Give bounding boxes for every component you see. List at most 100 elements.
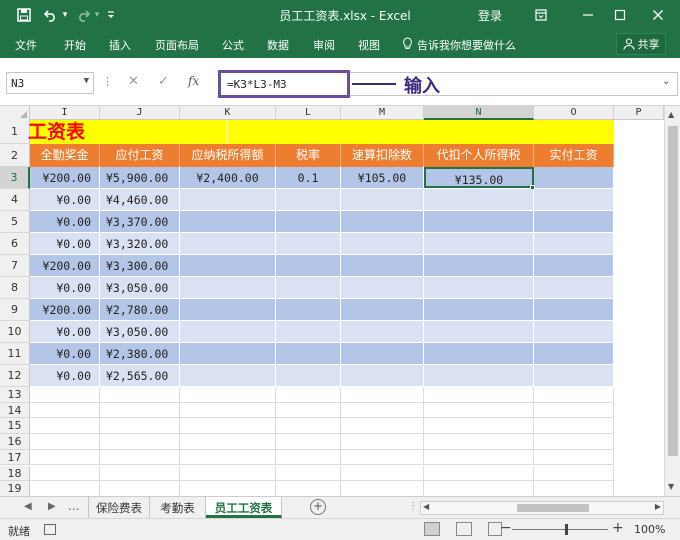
table-cell[interactable]: ¥4,460.00: [100, 189, 180, 210]
tab-home[interactable]: 开始: [64, 37, 86, 53]
table-cell[interactable]: [424, 211, 534, 232]
table-cell[interactable]: [341, 233, 424, 254]
table-cell[interactable]: [341, 255, 424, 276]
tab-view[interactable]: 视图: [358, 37, 380, 53]
row-header-7[interactable]: 7: [0, 255, 30, 277]
tab-formulas[interactable]: 公式: [222, 37, 244, 53]
formula-bar-grip-icon[interactable]: ⋮: [102, 75, 113, 88]
table-cell[interactable]: [341, 277, 424, 298]
header-cell[interactable]: 应付工资: [100, 144, 180, 167]
table-cell[interactable]: ¥0.00: [30, 189, 100, 210]
table-cell[interactable]: ¥0.00: [30, 321, 100, 342]
row-header-13[interactable]: 13: [0, 387, 30, 403]
column-header-i[interactable]: I: [30, 106, 100, 120]
zoom-slider[interactable]: [512, 529, 608, 530]
table-cell[interactable]: ¥0.00: [30, 211, 100, 232]
empty-row[interactable]: [30, 387, 614, 403]
sheet-title[interactable]: 工资表: [28, 120, 228, 144]
empty-row[interactable]: [30, 449, 614, 466]
maximize-icon[interactable]: [606, 4, 634, 26]
table-cell[interactable]: [341, 299, 424, 320]
header-cell[interactable]: 速算扣除数: [341, 144, 424, 167]
tab-file[interactable]: 文件: [15, 37, 37, 53]
row-header-18[interactable]: 18: [0, 465, 30, 482]
sheet-tab-insurance[interactable]: 保险费表: [88, 497, 150, 518]
row-header-5[interactable]: 5: [0, 211, 30, 233]
table-cell[interactable]: [424, 365, 534, 386]
table-cell[interactable]: ¥0.00: [30, 233, 100, 254]
table-cell[interactable]: [276, 277, 341, 298]
tab-insert[interactable]: 插入: [109, 37, 131, 53]
header-cell[interactable]: 全勤奖金: [30, 144, 100, 167]
tab-page-layout[interactable]: 页面布局: [155, 37, 199, 53]
worksheet-grid[interactable]: IJKLMNOP 1 工资表 2 全勤奖金 应付工资 应纳税所得额 税率 速算扣除数 代扣个人所…: [0, 106, 680, 496]
column-header-n[interactable]: N: [424, 106, 534, 120]
formula-input-extension[interactable]: [350, 72, 678, 96]
zoom-out-icon[interactable]: −: [500, 520, 512, 536]
row-header-3[interactable]: 3: [0, 167, 30, 189]
table-cell[interactable]: [341, 321, 424, 342]
zoom-in-icon[interactable]: +: [612, 520, 624, 536]
tab-data[interactable]: 数据: [267, 37, 289, 53]
enter-icon[interactable]: ✓: [158, 74, 169, 89]
table-cell[interactable]: [534, 365, 614, 386]
table-cell[interactable]: [534, 343, 614, 364]
column-header-j[interactable]: J: [100, 106, 180, 120]
minimize-icon[interactable]: [574, 4, 602, 26]
column-header-k[interactable]: K: [180, 106, 276, 120]
table-cell[interactable]: [180, 277, 276, 298]
row-header-11[interactable]: 11: [0, 343, 30, 365]
vertical-scroll-thumb[interactable]: [668, 126, 678, 456]
table-cell[interactable]: ¥3,320.00: [100, 233, 180, 254]
table-cell[interactable]: ¥200.00: [30, 255, 100, 276]
table-cell[interactable]: [276, 321, 341, 342]
table-cell[interactable]: [424, 321, 534, 342]
table-cell[interactable]: [276, 255, 341, 276]
table-cell[interactable]: [534, 167, 614, 188]
row-header-14[interactable]: 14: [0, 402, 30, 419]
column-header-o[interactable]: O: [534, 106, 614, 120]
add-sheet-button[interactable]: +: [310, 499, 326, 515]
redo-icon[interactable]: [74, 6, 92, 24]
table-cell[interactable]: 0.1: [276, 167, 341, 188]
table-cell[interactable]: [180, 189, 276, 210]
table-cell[interactable]: [276, 343, 341, 364]
table-cell[interactable]: ¥5,900.00: [100, 167, 180, 188]
undo-dropdown-icon[interactable]: ▾: [60, 6, 70, 24]
row-header-19[interactable]: 19: [0, 481, 30, 496]
vertical-scrollbar[interactable]: ▲ ▼: [664, 106, 680, 496]
table-cell[interactable]: [180, 233, 276, 254]
table-cell[interactable]: [534, 255, 614, 276]
table-cell[interactable]: [534, 321, 614, 342]
table-cell[interactable]: [180, 343, 276, 364]
prev-sheet-icon[interactable]: ◀: [24, 501, 32, 512]
horizontal-scrollbar[interactable]: ◀ ▶: [420, 501, 664, 515]
header-cell[interactable]: 税率: [276, 144, 341, 167]
row-header-10[interactable]: 10: [0, 321, 30, 343]
close-icon[interactable]: [644, 4, 672, 26]
scroll-down-icon[interactable]: ▼: [668, 482, 674, 491]
insert-function-icon[interactable]: fx: [188, 74, 199, 88]
table-cell[interactable]: [341, 365, 424, 386]
selected-cell-n3[interactable]: ¥135.00: [424, 167, 534, 188]
table-cell[interactable]: [276, 365, 341, 386]
table-cell[interactable]: [534, 189, 614, 210]
table-cell[interactable]: [341, 211, 424, 232]
row-header-1[interactable]: 1: [0, 120, 30, 144]
table-cell[interactable]: ¥3,050.00: [100, 321, 180, 342]
table-cell[interactable]: [180, 321, 276, 342]
row-header-6[interactable]: 6: [0, 233, 30, 255]
save-icon[interactable]: [14, 6, 34, 24]
column-header-p[interactable]: P: [614, 106, 664, 120]
scroll-up-icon[interactable]: ▲: [668, 110, 674, 119]
empty-row[interactable]: [30, 434, 614, 450]
normal-view-icon[interactable]: [424, 522, 440, 536]
row-header-8[interactable]: 8: [0, 277, 30, 299]
table-cell[interactable]: [180, 211, 276, 232]
row-header-9[interactable]: 9: [0, 299, 30, 321]
row-header-4[interactable]: 4: [0, 189, 30, 211]
empty-row[interactable]: [30, 418, 614, 435]
table-cell[interactable]: [180, 365, 276, 386]
ribbon-display-icon[interactable]: [527, 4, 555, 26]
table-cell[interactable]: ¥3,300.00: [100, 255, 180, 276]
